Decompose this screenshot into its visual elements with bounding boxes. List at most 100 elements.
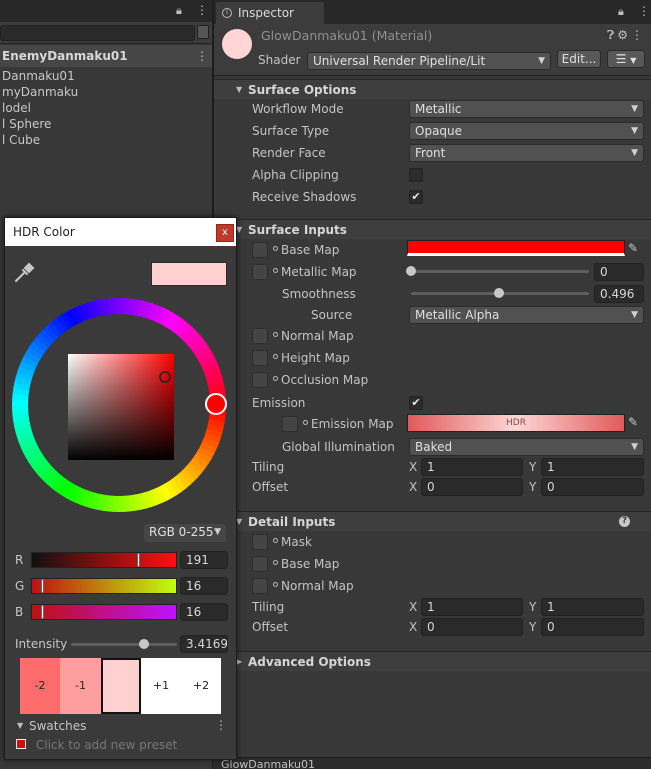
detail-tiling-y-field[interactable]: 1 bbox=[541, 598, 644, 616]
surface-type-dropdown[interactable]: Opaque ▼ bbox=[409, 122, 644, 140]
intensity-preset-minus2[interactable]: -2 bbox=[20, 658, 60, 714]
global-illumination-dropdown[interactable]: Baked ▼ bbox=[409, 438, 644, 456]
tab-inspector[interactable]: i Inspector bbox=[216, 2, 324, 24]
hierarchy-item[interactable]: lodel bbox=[2, 100, 31, 116]
workflow-mode-dropdown[interactable]: Metallic ▼ bbox=[409, 100, 644, 118]
section-title: Detail Inputs bbox=[248, 515, 336, 529]
swatch-red[interactable] bbox=[16, 739, 26, 749]
g-slider-marker[interactable] bbox=[40, 579, 44, 593]
object-picker-icon[interactable] bbox=[273, 538, 278, 543]
intensity-preset-minus1[interactable]: -1 bbox=[60, 658, 101, 714]
detail-base-map-slot[interactable] bbox=[252, 556, 268, 572]
b-slider-marker[interactable] bbox=[40, 605, 44, 619]
g-slider[interactable] bbox=[31, 578, 177, 594]
more-menu-icon[interactable]: ⋮ bbox=[638, 4, 650, 18]
tiling-y-field[interactable]: 1 bbox=[541, 458, 644, 476]
offset-y-field[interactable]: 0 bbox=[541, 478, 644, 496]
intensity-preset-current[interactable] bbox=[101, 658, 141, 714]
metallic-map-slot[interactable] bbox=[252, 264, 268, 280]
hdr-color-titlebar[interactable]: HDR Color x bbox=[5, 218, 236, 246]
section-title: Surface Inputs bbox=[248, 223, 347, 237]
eyedropper-icon[interactable] bbox=[13, 262, 35, 284]
object-picker-icon[interactable] bbox=[273, 376, 278, 381]
r-slider-marker[interactable] bbox=[136, 553, 140, 567]
shader-menu-button[interactable]: ☰ ▼ bbox=[607, 50, 645, 68]
add-preset-hint[interactable]: Click to add new preset bbox=[36, 738, 177, 752]
smoothness-slider-knob[interactable] bbox=[494, 288, 505, 298]
tiling-label: Tiling bbox=[252, 460, 285, 474]
object-picker-icon[interactable] bbox=[273, 354, 278, 359]
help-icon[interactable]: ❓︎ bbox=[607, 28, 617, 42]
eyedropper-icon[interactable]: ✎ bbox=[628, 241, 638, 255]
scene-header[interactable]: EnemyDanmaku01 bbox=[0, 45, 212, 67]
search-clear-icon[interactable] bbox=[197, 25, 209, 39]
section-surface-options[interactable]: ▼ Surface Options bbox=[214, 79, 651, 99]
g-value-field[interactable]: 16 bbox=[180, 577, 228, 595]
swatches-label[interactable]: Swatches bbox=[29, 719, 86, 733]
intensity-preset-plus2[interactable]: +2 bbox=[181, 658, 221, 714]
color-wheel[interactable] bbox=[11, 297, 227, 513]
shader-dropdown[interactable]: Universal Render Pipeline/Lit ▼ bbox=[307, 52, 551, 70]
lock-icon[interactable]: 🔒︎ bbox=[618, 5, 624, 19]
render-face-dropdown[interactable]: Front ▼ bbox=[409, 144, 644, 162]
edit-shader-button[interactable]: Edit... bbox=[557, 50, 601, 68]
b-value-field[interactable]: 16 bbox=[180, 603, 228, 621]
height-map-slot[interactable] bbox=[252, 350, 268, 366]
object-picker-icon[interactable] bbox=[273, 268, 278, 273]
detail-tiling-x-field[interactable]: 1 bbox=[421, 598, 523, 616]
object-picker-icon[interactable] bbox=[273, 582, 278, 587]
intensity-slider-knob[interactable] bbox=[139, 639, 150, 649]
object-picker-icon[interactable] bbox=[273, 560, 278, 565]
more-menu-icon[interactable]: ⋮ bbox=[196, 49, 208, 63]
object-picker-icon[interactable] bbox=[303, 420, 308, 425]
emission-color-field[interactable]: HDR bbox=[407, 414, 625, 432]
help-icon[interactable]: ? bbox=[619, 516, 630, 527]
occlusion-map-slot[interactable] bbox=[252, 372, 268, 388]
close-button[interactable]: x bbox=[216, 224, 234, 242]
more-menu-icon[interactable]: ⋮ bbox=[215, 718, 227, 732]
detail-normal-map-slot[interactable] bbox=[252, 578, 268, 594]
hue-picker-handle[interactable] bbox=[205, 393, 227, 415]
lock-icon[interactable]: 🔒︎ bbox=[176, 4, 182, 18]
metallic-slider-track[interactable] bbox=[411, 270, 589, 273]
alpha-clipping-checkbox[interactable] bbox=[409, 168, 423, 182]
tiling-x-field[interactable]: 1 bbox=[421, 458, 523, 476]
normal-map-slot[interactable] bbox=[252, 328, 268, 344]
color-mode-dropdown[interactable]: RGB 0-255 ▼ bbox=[144, 524, 226, 542]
r-slider[interactable] bbox=[31, 552, 177, 568]
intensity-preset-plus1[interactable]: +1 bbox=[141, 658, 181, 714]
intensity-slider-track[interactable] bbox=[71, 643, 177, 646]
emission-checkbox[interactable]: ✔ bbox=[409, 396, 423, 410]
hierarchy-item[interactable]: myDanmaku bbox=[2, 84, 78, 100]
emission-map-label: Emission Map bbox=[311, 417, 394, 431]
eyedropper-icon[interactable]: ✎ bbox=[628, 415, 638, 429]
receive-shadows-checkbox[interactable]: ✔ bbox=[409, 190, 423, 204]
base-map-slot[interactable] bbox=[252, 242, 268, 258]
settings-icon[interactable]: ⚙︎ bbox=[617, 28, 631, 42]
hierarchy-search-input[interactable] bbox=[0, 25, 195, 41]
emission-map-slot[interactable] bbox=[282, 416, 298, 432]
hierarchy-item[interactable]: l Sphere bbox=[2, 116, 51, 132]
section-surface-inputs[interactable]: ▼ Surface Inputs bbox=[214, 219, 651, 239]
hierarchy-item[interactable]: l Cube bbox=[2, 132, 40, 148]
offset-x-field[interactable]: 0 bbox=[421, 478, 523, 496]
metallic-slider-knob[interactable] bbox=[406, 266, 416, 276]
object-picker-icon[interactable] bbox=[273, 332, 278, 337]
more-menu-icon[interactable]: ⋮ bbox=[196, 3, 208, 17]
smoothness-value-field[interactable]: 0.496 bbox=[594, 285, 644, 303]
detail-offset-y-field[interactable]: 0 bbox=[541, 618, 644, 636]
intensity-value-field[interactable]: 3.4169 bbox=[180, 635, 228, 653]
source-dropdown[interactable]: Metallic Alpha ▼ bbox=[409, 306, 644, 324]
b-slider[interactable] bbox=[31, 604, 177, 620]
hierarchy-item[interactable]: Danmaku01 bbox=[2, 68, 75, 84]
more-menu-icon[interactable]: ⋮ bbox=[631, 28, 646, 42]
section-advanced-options[interactable]: ▶ Advanced Options bbox=[214, 651, 651, 671]
detail-offset-x-field[interactable]: 0 bbox=[421, 618, 523, 636]
r-value-field[interactable]: 191 bbox=[180, 551, 228, 569]
mask-slot[interactable] bbox=[252, 534, 268, 550]
section-detail-inputs[interactable]: ▼ Detail Inputs ? bbox=[214, 511, 651, 531]
object-picker-icon[interactable] bbox=[273, 246, 278, 251]
metallic-value-field[interactable]: 0 bbox=[594, 263, 644, 281]
caret-down-icon[interactable]: ▼ bbox=[17, 721, 23, 730]
base-color-field[interactable] bbox=[407, 240, 625, 256]
